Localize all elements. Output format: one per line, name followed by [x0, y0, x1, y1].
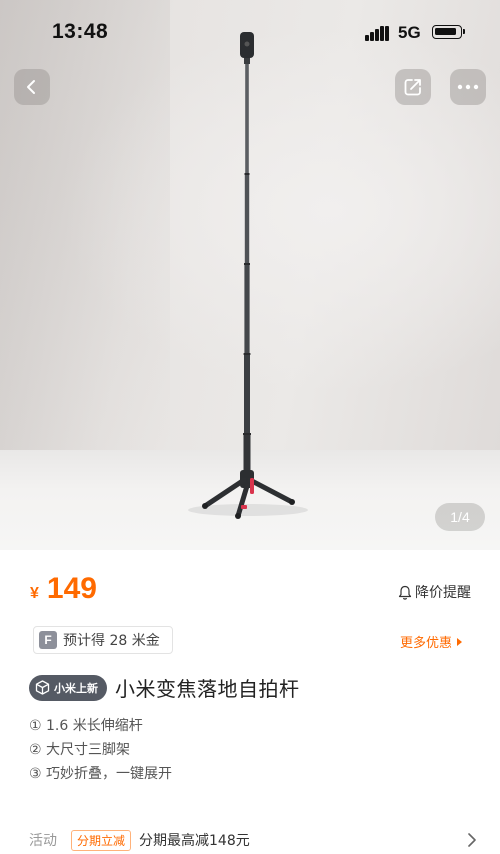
- new-badge-label: 小米上新: [54, 681, 98, 695]
- activity-label: 活动: [29, 833, 57, 849]
- more-button[interactable]: [450, 69, 486, 105]
- chevron-right-icon: [468, 833, 476, 847]
- price-alert-label: 降价提醒: [415, 585, 471, 601]
- feature-item: ① 1.6 米长伸缩杆: [29, 718, 143, 734]
- price-alert-button[interactable]: 降价提醒: [398, 582, 471, 602]
- caret-right-icon: [457, 637, 462, 646]
- new-arrival-badge: 小米上新: [29, 674, 107, 701]
- activity-row[interactable]: 活动 分期立减 分期最高减148元: [29, 826, 479, 854]
- coins-tag: F 预计得 28 米金: [33, 626, 173, 654]
- network-type: 5G: [398, 23, 421, 42]
- price: 149: [46, 572, 97, 605]
- battery-icon: [432, 25, 465, 39]
- coins-text: 预计得 28 米金: [63, 633, 160, 649]
- feature-item: ② 大尺寸三脚架: [29, 742, 131, 758]
- more-offers-link[interactable]: 更多优惠: [400, 632, 462, 651]
- share-button[interactable]: [395, 69, 431, 105]
- share-icon: [404, 79, 421, 96]
- feature-item: ③ 巧妙折叠，一键展开: [29, 766, 173, 782]
- signal-icon: [365, 25, 391, 41]
- product-title: 小米变焦落地自拍杆: [115, 677, 300, 701]
- image-counter: 1/4: [435, 503, 485, 531]
- more-icon: [457, 84, 479, 90]
- status-time: 13:48: [52, 20, 109, 43]
- feature-list: ① 1.6 米长伸缩杆 ② 大尺寸三脚架 ③ 巧妙折叠，一键展开: [29, 714, 172, 786]
- back-button[interactable]: [14, 69, 50, 105]
- installment-tag: 分期立减: [71, 829, 132, 851]
- back-icon: [27, 80, 35, 94]
- status-bar: 13:48 5G: [0, 0, 500, 62]
- more-offers-label: 更多优惠: [399, 636, 452, 651]
- coins-badge: F: [39, 631, 57, 649]
- box-icon: [35, 680, 50, 695]
- activity-description: 分期最高减148元: [139, 833, 250, 849]
- bell-icon: [398, 585, 412, 600]
- price-row: ¥ 149: [30, 572, 97, 612]
- currency-symbol: ¥: [30, 585, 39, 602]
- title-row: 小米上新 小米变焦落地自拍杆: [29, 673, 300, 702]
